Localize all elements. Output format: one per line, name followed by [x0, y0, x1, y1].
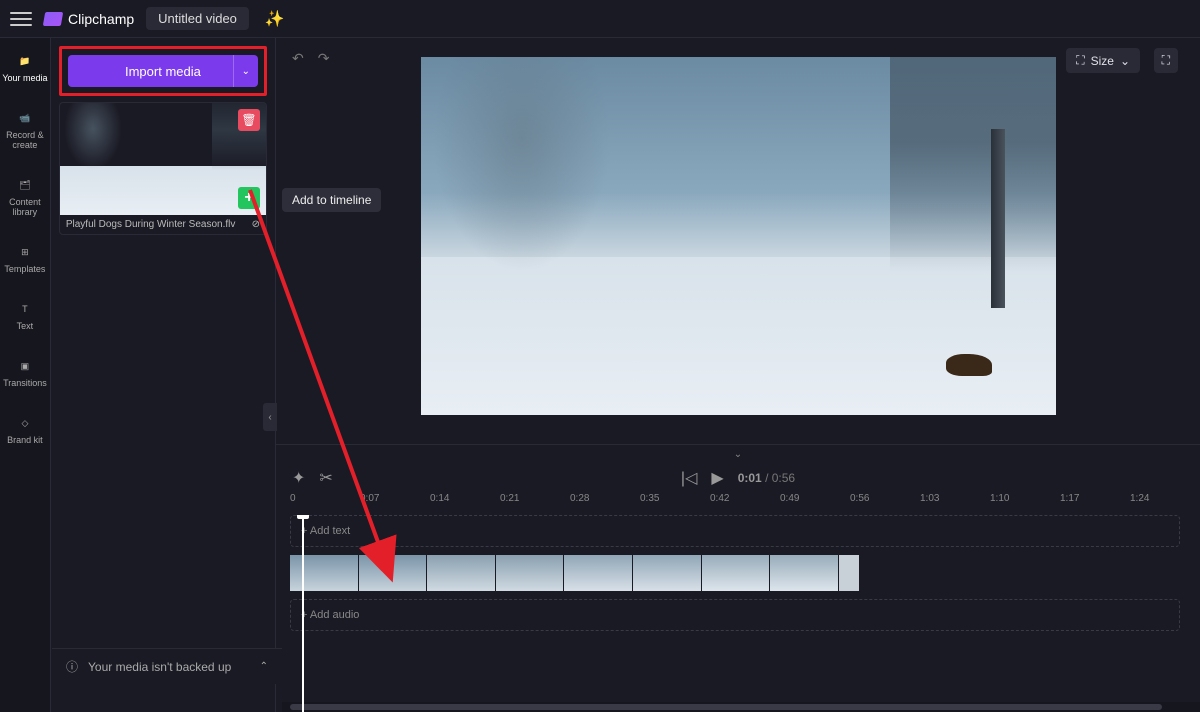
footer-message: Your media isn't backed up [88, 660, 231, 674]
sidebar-label: Templates [4, 264, 45, 274]
sidebar-label: Text [17, 321, 34, 331]
sidebar-item-text[interactable]: T Text [0, 296, 50, 335]
hamburger-menu-icon[interactable] [10, 8, 32, 30]
play-button[interactable]: ▶ [711, 468, 723, 488]
timeline-time: 0:01 / 0:56 [738, 471, 795, 485]
timeline-ruler[interactable]: 00:070:140:210:280:350:420:490:561:031:1… [276, 493, 1200, 515]
collapse-panel-button[interactable]: ‹ [263, 403, 277, 431]
sidebar-label: Brand kit [7, 435, 43, 445]
tooltip-add-timeline: Add to timeline [282, 188, 381, 212]
audio-track[interactable]: + Add audio [290, 599, 1180, 631]
app-name: Clipchamp [68, 11, 134, 27]
text-track[interactable]: + Add text [290, 515, 1180, 547]
content-area: ↶ ↷ ⛶ Size ⌄ ⛶ ⌄ ✦ [276, 38, 1200, 712]
effects-icon[interactable]: ✦ [292, 468, 305, 488]
sidebar-item-library[interactable]: 🗂 Content library [0, 172, 50, 221]
media-thumbnail[interactable]: 🗑 + Playful Dogs During Winter Season.fl… [59, 102, 267, 235]
size-label: Size [1091, 54, 1114, 68]
sidebar-item-transitions[interactable]: ▣ Transitions [0, 353, 50, 392]
sidebar-item-your-media[interactable]: 📁 Your media [0, 48, 50, 87]
chevron-up-icon[interactable]: ⌃ [260, 661, 268, 672]
size-selector[interactable]: ⛶ Size ⌄ [1066, 48, 1140, 73]
sidebar-item-brandkit[interactable]: ◇ Brand kit [0, 410, 50, 449]
footer-bar[interactable]: ⓘ Your media isn't backed up ⌃ [52, 648, 282, 684]
brandkit-icon: ◇ [15, 414, 35, 432]
video-title[interactable]: Untitled video [146, 7, 249, 30]
top-bar: Clipchamp Untitled video ✨ [0, 0, 1200, 38]
add-to-timeline-button[interactable]: + [238, 187, 260, 209]
import-media-button[interactable]: Import media ⌄ [68, 55, 258, 87]
left-sidebar: 📁 Your media 📹 Record & create 🗂 Content… [0, 38, 51, 712]
timeline-tracks[interactable]: + Add text + Add audio [276, 515, 1200, 712]
expand-button[interactable]: ⛶ [1154, 48, 1178, 73]
scissors-icon[interactable]: ✂ [319, 468, 332, 488]
chevron-down-icon[interactable]: ⌄ [233, 55, 250, 87]
media-panel: Import media ⌄ 🗑 + Playful Dogs During W… [51, 38, 276, 712]
annotation-highlight: Import media ⌄ [59, 46, 267, 96]
video-preview[interactable] [421, 57, 1056, 415]
folder-icon: 📁 [15, 52, 35, 70]
preview-area: ↶ ↷ ⛶ Size ⌄ ⛶ [276, 38, 1200, 444]
clipchamp-icon [43, 12, 63, 26]
dog-in-scene [946, 354, 992, 376]
sidebar-label: Record & create [2, 130, 48, 150]
horizontal-scrollbar[interactable] [282, 702, 1200, 712]
library-icon: 🗂 [15, 176, 35, 194]
undo-button[interactable]: ↶ [292, 50, 304, 67]
sidebar-item-templates[interactable]: ⊞ Templates [0, 239, 50, 278]
transitions-icon: ▣ [15, 357, 35, 375]
sidebar-item-record[interactable]: 📹 Record & create [0, 105, 50, 154]
import-label: Import media [125, 64, 201, 79]
timeline-section: ⌄ ✦ ✂ |◁ ▶ 0:01 / 0:56 00:070:140:210:28… [276, 444, 1200, 712]
text-icon: T [15, 300, 35, 318]
skip-back-button[interactable]: |◁ [681, 468, 697, 488]
timeline-collapse-button[interactable]: ⌄ [276, 445, 1200, 463]
warning-icon: ⓘ [66, 658, 78, 675]
crop-icon: ⛶ [1076, 53, 1084, 68]
playhead[interactable] [302, 515, 304, 712]
delete-icon[interactable]: 🗑 [238, 109, 260, 131]
media-filename: Playful Dogs During Winter Season.flv [66, 219, 236, 230]
info-icon[interactable]: ⊘ [252, 219, 260, 230]
sidebar-label: Content library [2, 197, 48, 217]
sidebar-label: Your media [2, 73, 47, 83]
redo-button[interactable]: ↷ [318, 50, 330, 67]
sidebar-label: Transitions [3, 378, 47, 388]
templates-icon: ⊞ [15, 243, 35, 261]
video-clip[interactable] [290, 555, 860, 591]
sparkle-icon[interactable]: ✨ [265, 9, 285, 29]
app-logo[interactable]: Clipchamp [44, 11, 134, 27]
camera-icon: 📹 [15, 109, 35, 127]
chevron-down-icon: ⌄ [1120, 54, 1130, 68]
